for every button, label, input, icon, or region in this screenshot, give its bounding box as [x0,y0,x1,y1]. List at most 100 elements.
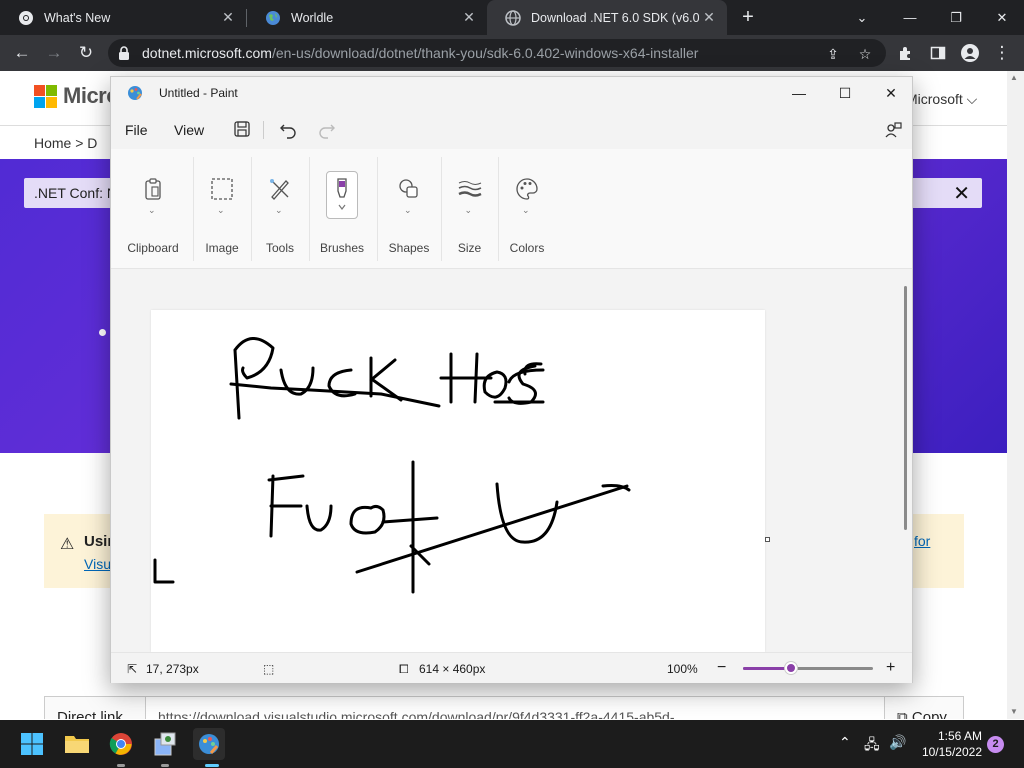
zoom-level[interactable]: 100% [667,662,698,676]
chevron-down-icon[interactable]: ⌄ [217,205,225,216]
palette-icon[interactable] [511,173,543,205]
lock-icon[interactable] [118,46,130,60]
url-domain: dotnet.microsoft.com [142,45,272,61]
tools-icon[interactable] [264,173,296,205]
close-icon[interactable]: ✕ [953,181,970,206]
zoom-in-button[interactable]: + [886,659,895,677]
all-microsoft-menu[interactable]: Microsoft ⌵ [906,91,977,108]
canvas-resize-handle[interactable] [765,537,770,542]
zoom-out-button[interactable]: − [717,659,726,677]
brushes-group[interactable]: Brushes [309,149,375,269]
chevron-down-icon[interactable]: ⌄ [465,205,473,216]
bookmark-star-icon[interactable]: ☆ [856,45,874,63]
direct-link-field[interactable]: https://download.visualstudio.microsoft.… [145,697,885,719]
banner-text[interactable]: .NET Conf: N [34,185,117,201]
clipboard-group[interactable]: ⌄ Clipboard [121,149,185,269]
drawing-canvas[interactable] [151,310,765,652]
copy-button[interactable]: ⧉ Copy [897,709,947,719]
installer-icon[interactable] [149,728,181,760]
menu-kebab-icon[interactable]: ⋮ [989,40,1015,66]
url-text[interactable]: dotnet.microsoft.com/en-us/download/dotn… [142,39,698,67]
canvas-size: 614 × 460px [419,662,486,676]
volume-icon[interactable]: 🔊 [889,734,906,751]
shapes-group[interactable]: ⌄ Shapes [377,149,441,269]
file-menu[interactable]: File [125,122,148,138]
scroll-down-icon[interactable]: ▼ [1010,707,1018,716]
tab-close-icon[interactable]: ✕ [459,9,479,26]
colors-group[interactable]: ⌄ Colors [498,149,556,269]
save-icon[interactable] [233,120,253,140]
group-label: Shapes [388,241,430,255]
restore-button[interactable]: ❐ [932,0,980,35]
chevron-down-icon[interactable]: ⌄ [148,205,156,216]
workspace-scrollbar[interactable] [904,286,907,530]
reload-button[interactable]: ↻ [73,40,99,66]
image-group[interactable]: ⌄ Image [193,149,251,269]
maximize-button[interactable]: ☐ [822,77,868,109]
page-scrollbar[interactable]: ▲ ▼ [1007,71,1024,719]
globe-icon [505,9,521,26]
minimize-button[interactable]: — [886,0,934,35]
chevron-down-icon[interactable]: ⌄ [404,205,412,216]
warning-link[interactable]: for [914,533,930,549]
chevron-down-icon[interactable]: ⌄ [838,0,886,35]
back-button[interactable]: ← [9,40,35,66]
group-label: Tools [265,241,294,255]
new-tab-button[interactable]: + [736,5,760,29]
paint-window: Untitled - Paint — ☐ ✕ File View ⌄ Clipb… [110,76,913,683]
redo-icon[interactable] [317,120,337,140]
file-explorer-icon[interactable] [61,728,93,760]
undo-icon[interactable] [278,120,298,140]
close-button[interactable]: ✕ [978,0,1024,35]
clipboard-icon[interactable] [137,173,169,205]
selection-size-icon: ⬚ [263,662,275,676]
microsoft-logo[interactable] [34,85,57,108]
size-group[interactable]: ⌄ Size [441,149,498,269]
breadcrumb[interactable]: Home > D [34,135,97,151]
warning-link[interactable]: Visu [84,556,111,572]
tools-group[interactable]: ⌄ Tools [251,149,309,269]
tab-title: What's New [44,10,111,25]
shapes-icon[interactable] [393,173,425,205]
chevron-down-icon[interactable]: ⌄ [275,205,283,216]
zoom-slider-thumb[interactable] [785,662,797,674]
close-button[interactable]: ✕ [868,77,914,109]
account-share-icon[interactable] [883,120,903,140]
notification-badge[interactable]: 2 [987,736,1004,753]
tab-close-icon[interactable]: ✕ [218,9,238,26]
extensions-icon[interactable] [893,40,919,66]
view-menu[interactable]: View [174,122,204,138]
chrome-icon[interactable] [105,728,137,760]
size-icon[interactable] [454,173,486,205]
windows-taskbar: ⌃ 🖧 🔊 1:56 AM 10/15/2022 2 [0,720,1024,768]
address-bar[interactable]: dotnet.microsoft.com/en-us/download/dotn… [108,39,886,67]
warning-icon: ⚠ [60,536,75,553]
active-indicator [205,764,219,767]
side-panel-icon[interactable] [925,40,951,66]
tab-close-icon[interactable]: ✕ [699,9,719,26]
paint-workspace[interactable] [111,270,912,652]
selection-icon[interactable] [206,173,238,205]
carousel-dot[interactable] [99,329,106,336]
profile-icon[interactable] [957,40,983,66]
chevron-up-icon[interactable]: ⌃ [839,734,851,751]
share-icon[interactable]: ⇪ [824,45,842,63]
start-button[interactable] [16,728,48,760]
paint-title-bar[interactable]: Untitled - Paint — ☐ ✕ [111,77,912,109]
paint-ribbon: ⌄ Clipboard ⌄ Image ⌄ Tools Brushes ⌄ Sh… [111,149,912,269]
network-icon[interactable]: 🖧 [864,734,880,758]
scroll-up-icon[interactable]: ▲ [1010,73,1018,82]
brush-icon[interactable] [326,171,358,219]
browser-tab-strip: What's New ✕ Worldle ✕ Download .NET 6.0… [0,0,1024,35]
forward-button[interactable]: → [41,40,67,66]
browser-toolbar: ← → ↻ dotnet.microsoft.com/en-us/downloa… [0,35,1024,71]
chevron-down-icon[interactable]: ⌄ [522,205,530,216]
tab-worldle[interactable]: Worldle ✕ [247,0,487,35]
clock[interactable]: 1:56 AM 10/15/2022 [910,728,982,760]
running-indicator [161,764,169,767]
minimize-button[interactable]: — [776,77,822,109]
tab-dotnet-download[interactable]: Download .NET 6.0 SDK (v6.0.402 ✕ [487,0,727,35]
running-indicator [117,764,125,767]
tab-whats-new[interactable]: What's New ✕ [0,0,246,35]
paint-taskbar-icon[interactable] [193,728,225,760]
